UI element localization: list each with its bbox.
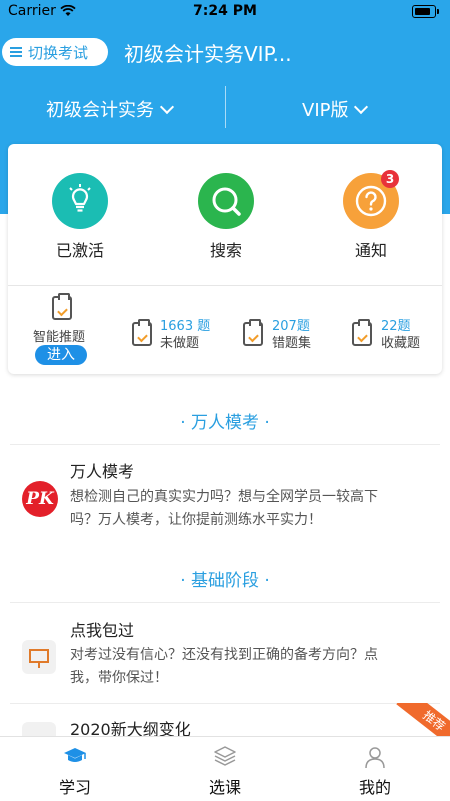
- subject-label: 初级会计实务: [46, 100, 154, 121]
- list-item-description: 想检测自己的真实实力吗？想与全网学员一较高下吗？万人模考，让你提前测练水平实力！: [70, 489, 378, 528]
- tab-courses[interactable]: 选课: [150, 737, 300, 801]
- battery-icon: [412, 5, 439, 18]
- divider: [10, 602, 440, 603]
- list-item-title: 万人模考: [70, 462, 135, 481]
- page-title: 初级会计实务VIP...: [124, 42, 292, 66]
- edition-label: VIP版: [302, 100, 349, 121]
- pk-icon: PK: [22, 481, 58, 517]
- feature-card: 已激活 搜索 3 通知 智能推题 进入 1663 题 未做题 207题 错题集: [8, 144, 442, 374]
- presentation-board-icon: [22, 640, 56, 674]
- search-button[interactable]: [198, 173, 254, 229]
- activated-button[interactable]: [52, 173, 108, 229]
- tab-courses-label: 选课: [208, 778, 241, 797]
- divider: [10, 703, 440, 704]
- chevron-down-icon: [159, 99, 175, 115]
- search-icon: [212, 187, 241, 216]
- presentation-board-icon: [22, 722, 56, 736]
- section-title-text: 万人模考: [191, 413, 259, 433]
- lightbulb-icon: [69, 184, 91, 212]
- list-item-description: 对考过没有信心？还没有找到正确的备考方向？点我，带你保过！: [70, 647, 378, 686]
- clipboard-icon: [352, 319, 372, 346]
- subject-selector[interactable]: 初级会计实务: [46, 96, 175, 122]
- clipboard-icon: [132, 319, 152, 346]
- wrong-label: 错题集: [272, 336, 312, 351]
- divider: [225, 86, 226, 128]
- activated-label: 已激活: [55, 241, 104, 260]
- tab-study-label: 学习: [58, 778, 91, 797]
- undone-label: 未做题: [160, 336, 200, 351]
- section-title: · 万人模考 ·: [180, 413, 270, 433]
- clipboard-icon: [52, 293, 72, 320]
- tab-profile[interactable]: 我的: [300, 737, 450, 801]
- tab-study[interactable]: 学习: [0, 737, 150, 801]
- list-item-title: 点我包过: [70, 621, 135, 640]
- section-title-text: 基础阶段: [191, 571, 259, 591]
- clock: 7:24 PM: [193, 3, 257, 19]
- notification-label: 通知: [354, 241, 387, 260]
- notification-badge: 3: [381, 170, 399, 188]
- section-title: · 基础阶段 ·: [180, 571, 270, 591]
- status-bar: Carrier 7:24 PM: [0, 0, 450, 22]
- chevron-down-icon: [354, 99, 369, 115]
- tab-profile-label: 我的: [358, 778, 391, 797]
- clipboard-icon: [243, 319, 263, 346]
- layers-icon: [214, 746, 236, 766]
- enter-button[interactable]: 进入: [35, 345, 87, 365]
- graduation-cap-icon: [64, 748, 86, 762]
- smart-practice-label: 智能推题: [33, 330, 86, 345]
- list-icon: [10, 47, 22, 57]
- divider: [10, 444, 440, 445]
- favorite-label: 收藏题: [381, 336, 421, 351]
- switch-exam-button[interactable]: 切换考试: [2, 38, 108, 66]
- selector-bar: 初级会计实务 VIP版: [0, 86, 450, 128]
- switch-exam-label: 切换考试: [28, 43, 89, 62]
- tab-bar: 学习 选课 我的: [0, 736, 450, 801]
- edition-selector[interactable]: VIP版: [302, 96, 369, 122]
- divider: [8, 285, 442, 286]
- user-icon: [365, 747, 385, 769]
- search-label: 搜索: [209, 241, 242, 260]
